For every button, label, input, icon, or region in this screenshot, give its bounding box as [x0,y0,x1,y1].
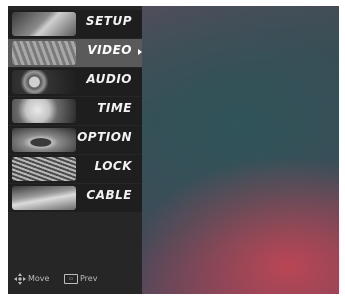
menu-item-setup[interactable]: SETUP [8,10,142,38]
time-thumbnail-icon [12,99,76,123]
osd-main-menu: SETUP VIDEO AUDIO TIME OPTION LOCK CABLE [8,6,142,294]
directional-pad-icon [14,273,26,285]
submenu-arrow-icon [138,49,142,55]
menu-item-cable[interactable]: CABLE [8,184,142,212]
setup-thumbnail-icon [12,12,76,36]
cable-thumbnail-icon [12,186,76,210]
menu-item-audio[interactable]: AUDIO [8,68,142,96]
move-hint-label: Move [28,274,50,283]
menu-item-label: VIDEO [87,43,132,57]
prev-hint-label: Prev [80,274,98,283]
audio-thumbnail-icon [12,70,76,94]
option-thumbnail-icon [12,128,76,152]
menu-item-label: AUDIO [86,72,132,86]
menu-item-option[interactable]: OPTION [8,126,142,154]
menu-item-label: LOCK [94,159,132,173]
menu-item-lock[interactable]: LOCK [8,155,142,183]
menu-button-icon: ▭ [64,274,78,284]
lock-thumbnail-icon [12,157,76,181]
video-thumbnail-icon [12,41,76,65]
menu-item-label: OPTION [77,130,132,144]
menu-item-video[interactable]: VIDEO [8,39,142,67]
menu-item-label: CABLE [86,188,132,202]
menu-item-label: SETUP [85,14,132,28]
menu-item-label: TIME [97,101,132,115]
menu-footer-hints: Move ▭ Prev [14,271,140,287]
menu-item-time[interactable]: TIME [8,97,142,125]
